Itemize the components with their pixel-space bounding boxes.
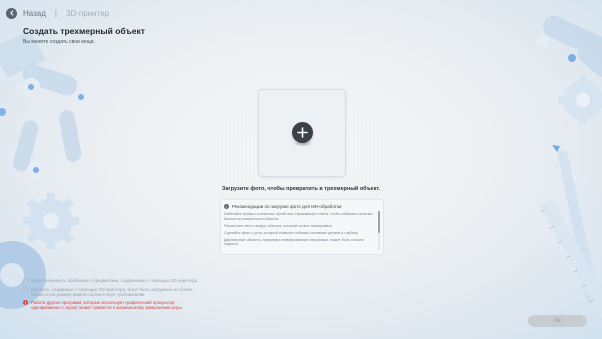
warning-text: Работа других программ, которые использу… xyxy=(31,299,183,311)
info-icon: i xyxy=(224,204,229,209)
upload-photo-card[interactable] xyxy=(258,89,346,177)
back-link[interactable]: Назад xyxy=(23,9,46,18)
breadcrumb-separator: | xyxy=(54,8,57,18)
notes-list: i Могут возникнуть проблемы с предметами… xyxy=(23,278,203,313)
note-text: Объекты, созданные с помощью 3D-принтера… xyxy=(31,286,194,297)
recommendations-scrollbar[interactable] xyxy=(378,211,380,250)
upload-hint: Загрузите фото, чтобы превратить в трехм… xyxy=(221,186,381,192)
scrollbar-thumb[interactable] xyxy=(378,211,380,233)
info-icon: i xyxy=(23,287,28,292)
add-photo-button[interactable] xyxy=(292,122,313,145)
recommendation-item: Избегайте прямых солнечных лучей или отр… xyxy=(224,212,374,221)
note-item: i Могут возникнуть проблемы с предметами… xyxy=(23,278,203,284)
info-icon: i xyxy=(23,278,28,284)
recommendation-item: Сделайте фото с угла, который позволит п… xyxy=(224,230,359,235)
note-text: Могут возникнуть проблемы с предметами, … xyxy=(31,278,199,283)
warning-icon: ! xyxy=(23,300,28,306)
page-subtitle: Вы можете создать свои вещи. xyxy=(23,39,95,45)
ok-button[interactable]: Ок xyxy=(528,315,587,327)
recommendation-item: Расчистите место вокруг объекта, который… xyxy=(224,223,333,228)
recommendation-item: Двухмерные объекты, например анимированн… xyxy=(224,237,364,247)
page-title: Создать трехмерный объект xyxy=(23,26,145,36)
warning-note: ! Работа других программ, которые исполь… xyxy=(23,300,203,310)
recommendations-header: i Рекомендации по загрузке фото для ИИ-о… xyxy=(224,204,341,209)
chevron-left-icon xyxy=(9,10,13,16)
recommendations-title: Рекомендации по загрузке фото для ИИ-обр… xyxy=(232,204,342,209)
plus-shadow xyxy=(294,142,311,145)
back-button[interactable] xyxy=(6,7,17,19)
top-bar: Назад | 3D-принтер xyxy=(6,6,109,20)
recommendations-list: Избегайте прямых солнечных лучей или отр… xyxy=(224,212,374,250)
breadcrumb-current: 3D-принтер xyxy=(66,8,110,18)
recommendations-panel: i Рекомендации по загрузке фото для ИИ-о… xyxy=(220,199,384,255)
note-item: i Объекты, созданные с помощью 3D-принте… xyxy=(23,287,203,297)
plus-icon xyxy=(292,122,313,143)
